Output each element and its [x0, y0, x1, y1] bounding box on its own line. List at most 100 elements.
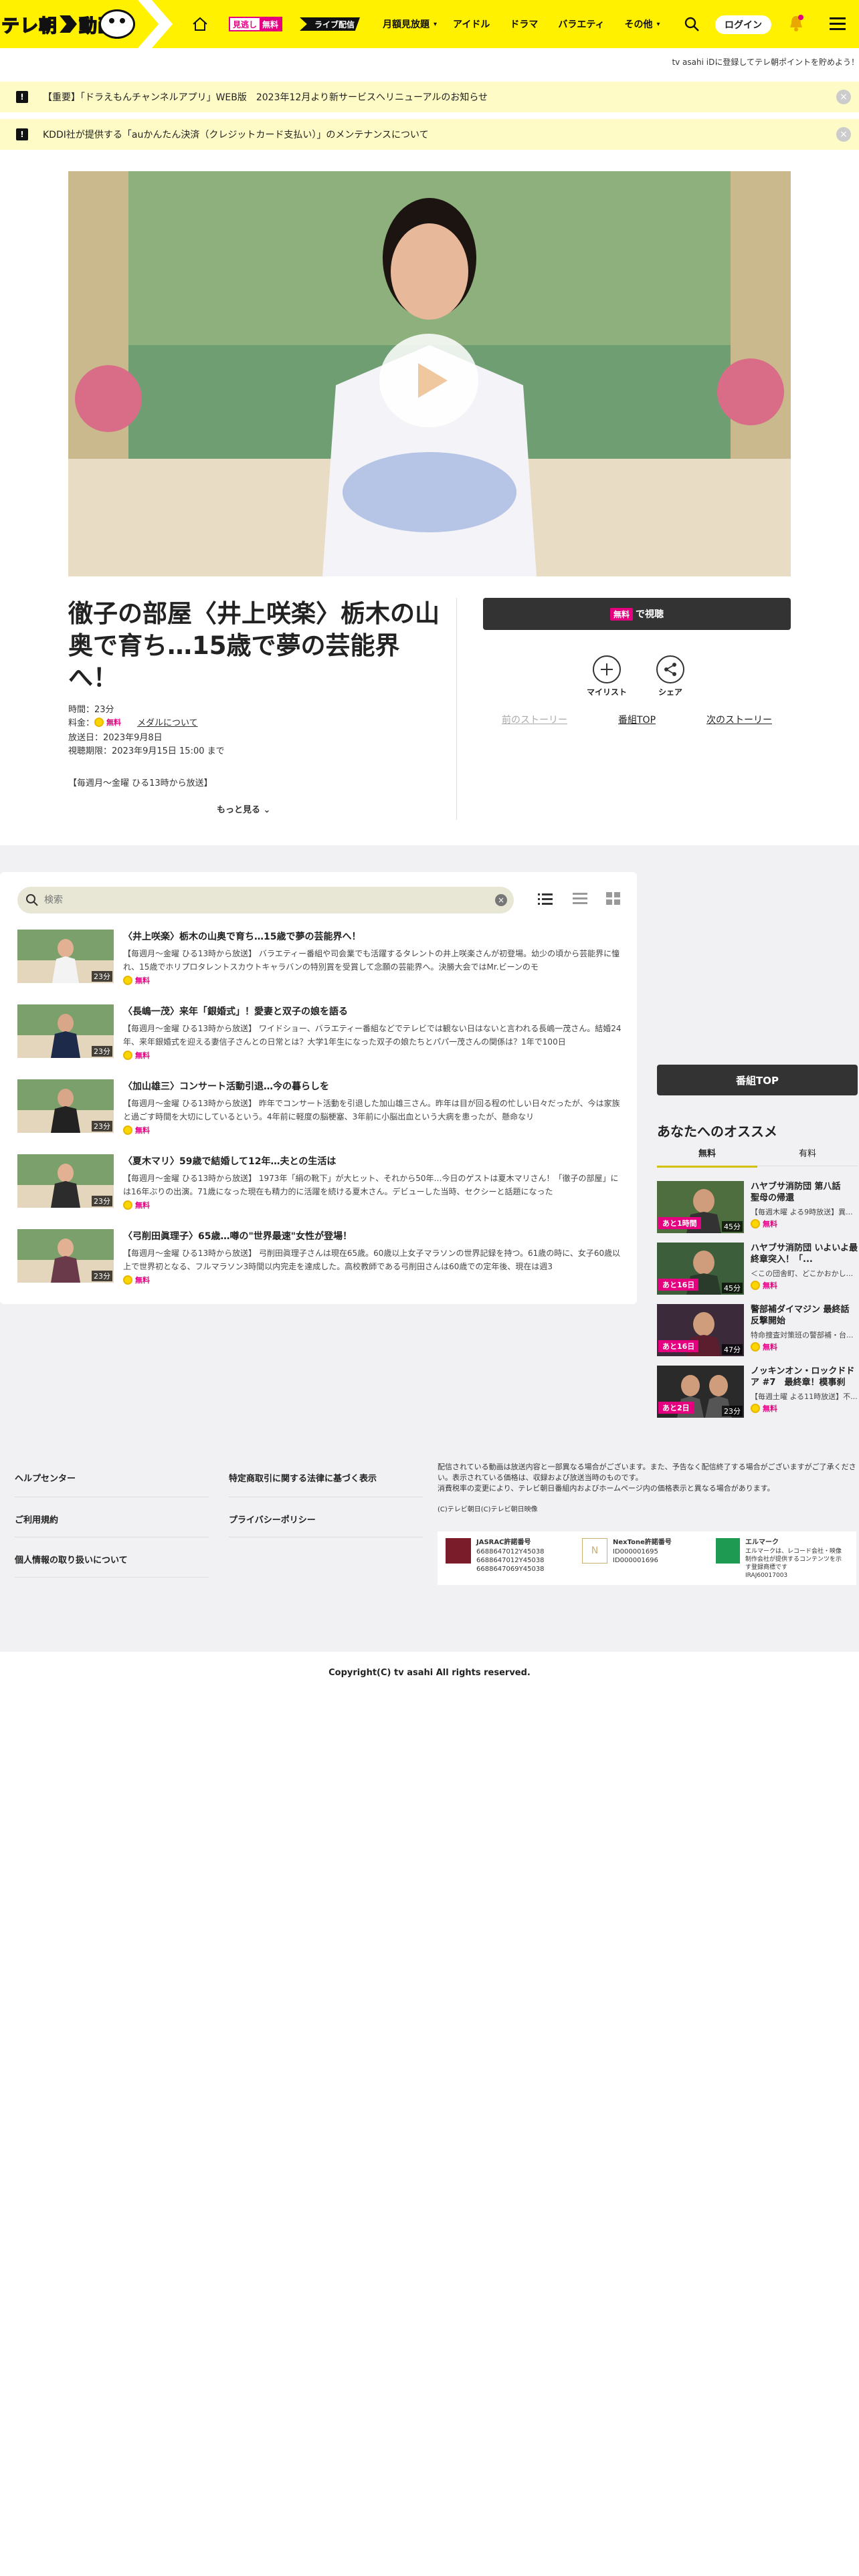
- logo-arrow-icon: [60, 15, 77, 33]
- prev-story-link[interactable]: 前のストーリー: [502, 713, 567, 726]
- nav-menu: 月額見放題 ▾ アイドル ドラマ バラエティ その他 ▾: [383, 0, 660, 48]
- mascot-icon: [99, 9, 135, 39]
- menu-icon[interactable]: [830, 17, 846, 31]
- episode-title: 徹子の部屋〈井上咲楽〉栃木の山奥で育ち…15歳で夢の芸能界へ！: [68, 599, 440, 692]
- search-icon: [26, 894, 38, 906]
- chevron-down-icon: ▾: [656, 20, 660, 28]
- free-label: 無料: [123, 1050, 150, 1061]
- login-button[interactable]: ログイン: [715, 15, 771, 34]
- episode-title: 〈井上咲楽〉栃木の山奥で育ち…15歳で夢の芸能界へ！: [123, 932, 361, 942]
- deadline: 視聴期限：2023年9月15日 15:00 まで: [68, 746, 225, 756]
- episode-thumbnail: 23分: [17, 930, 114, 983]
- nav-item-subscription[interactable]: 月額見放題: [383, 17, 430, 31]
- recommend-thumbnail: あと16日 47分: [657, 1304, 744, 1356]
- recommend-thumbnail: あと2日 23分: [657, 1366, 744, 1418]
- coin-icon: [123, 1275, 132, 1285]
- recommend-item[interactable]: あと2日23分 ノッキンオン・ロックドドア #7 最終章！模事刹殺... 【毎週…: [657, 1366, 858, 1418]
- recommend-item[interactable]: あと16日 47分 警部補ダイマジン 最終話 反撃開始 特命捜査対策班の警部補・台…: [657, 1304, 858, 1356]
- mylist-plus-icon[interactable]: [593, 655, 621, 683]
- free-label: 無料: [751, 1403, 777, 1414]
- recommend-item[interactable]: あと16日 45分 ハヤブサ消防団 いよいよ最終章突入！「... ＜この団舎町、ど…: [657, 1243, 858, 1295]
- episode-title: 〈夏木マリ〉59歳で結婚して12年…夫との生活は: [123, 1156, 337, 1167]
- free-label: 無料: [751, 1280, 777, 1291]
- nav-item-variety[interactable]: バラエティ: [558, 17, 604, 31]
- episode-desc: 【毎週月〜金曜 ひる13時から放送】 昨年でコンサート活動を引退した加山雄三さん…: [123, 1099, 620, 1121]
- grid-view-icon[interactable]: [606, 892, 621, 905]
- free-label: 無料: [123, 1200, 150, 1210]
- free-label: 無料: [751, 1218, 777, 1229]
- jasrac-logo: [446, 1538, 471, 1564]
- list-item[interactable]: 23分 〈夏木マリ〉59歳で結婚して12年…夫との生活は 【毎週月〜金曜 ひる1…: [17, 1154, 630, 1210]
- list-item[interactable]: 23分 〈井上咲楽〉栃木の山奥で育ち…15歳で夢の芸能界へ！ 【毎週月〜金曜 ひ…: [17, 930, 630, 985]
- recommend-thumbnail: あと16日 45分: [657, 1243, 744, 1295]
- live-badge[interactable]: ライブ配信: [300, 17, 361, 31]
- share-icon[interactable]: [656, 655, 684, 683]
- coin-icon: [123, 976, 132, 985]
- chevron-down-icon: ⌄: [263, 805, 271, 815]
- medal-link[interactable]: メダルについて: [137, 716, 198, 728]
- site-header: テレ朝 動画 見逃し 無料 ライブ配信 月額見放題 ▾ アイドル ドラマ バラエティ…: [0, 0, 859, 48]
- notice-bar[interactable]: ! KDDI社が提供する「auかんたん決済（クレジットカード支払い）」のメンテナ…: [0, 119, 859, 150]
- coin-icon: [751, 1404, 760, 1413]
- free-label: 無料: [123, 1275, 150, 1285]
- notice-text: 【重要】「ドラえもんチャンネルアプリ」WEB版 2023年12月より新サービスへ…: [43, 92, 488, 103]
- close-icon[interactable]: ×: [836, 90, 851, 104]
- episode-thumbnail: 23分: [17, 1079, 114, 1133]
- episode-title: 〈長嶋一茂〉来年「銀婚式」！愛妻と双子の娘を語る: [123, 1006, 348, 1017]
- recommend-title: ハヤブサ消防団 第八話 聖母の帰還: [751, 1182, 850, 1203]
- recommend-desc: 特命捜査対策班の警部補・台...: [751, 1331, 854, 1339]
- list-item[interactable]: 23分 〈弓削田眞理子〉65歳…噂の"世界最速"女性が登場！ 【毎週月〜金曜 ひ…: [17, 1229, 630, 1285]
- footer-link-help[interactable]: ヘルプセンター: [15, 1471, 76, 1484]
- episode-desc: 【毎週月〜金曜 ひる13時から放送】 弓削田眞理子さんは現在65歳。60歳以上女…: [123, 1249, 621, 1271]
- recommend-desc: ＜この団舎町、どこかおかし...: [751, 1269, 854, 1278]
- list-item[interactable]: 23分 〈長嶋一茂〉来年「銀婚式」！愛妻と双子の娘を語る 【毎週月〜金曜 ひる1…: [17, 1004, 630, 1061]
- point-promo-link[interactable]: tv asahi iDに登録してテレ朝ポイントを貯めよう！: [672, 56, 859, 68]
- footer-link-privacy-handling[interactable]: 個人情報の取り扱いについて: [15, 1553, 128, 1566]
- recommend-thumbnail: あと1時間 45分: [657, 1181, 744, 1233]
- search-icon[interactable]: [684, 16, 700, 32]
- next-story-link[interactable]: 次のストーリー: [706, 713, 772, 726]
- recommend-desc: 【毎週土曜 よる11時放送】不...: [751, 1392, 858, 1401]
- nav-item-idol[interactable]: アイドル: [453, 17, 490, 31]
- alert-icon: !: [16, 128, 28, 140]
- episode-search[interactable]: ×: [17, 887, 514, 914]
- recommend-title: ハヤブサ消防団 いよいよ最終章突入！「...: [751, 1243, 858, 1265]
- program-top-link[interactable]: 番組TOP: [618, 713, 656, 726]
- copyright: Copyright(C) tv asahi All rights reserve…: [328, 1668, 531, 1678]
- watch-free-button[interactable]: 無料 で視聴: [483, 598, 791, 630]
- footer-link-commerce[interactable]: 特定商取引に関する法律に基づく表示: [229, 1471, 377, 1484]
- nav-item-drama[interactable]: ドラマ: [510, 17, 538, 31]
- tab-paid[interactable]: 有料: [757, 1146, 858, 1166]
- close-icon[interactable]: ×: [836, 127, 851, 142]
- episode-desc: 【毎週月〜金曜 ひる13時から放送】 ワイドショー、バラエティー番組などでテレビ…: [123, 1024, 622, 1047]
- footer-link-privacy-policy[interactable]: プライバシーポリシー: [229, 1513, 316, 1525]
- search-input[interactable]: [44, 892, 446, 908]
- play-button[interactable]: [379, 334, 478, 427]
- episode-title: 〈弓削田眞理子〉65歳…噂の"世界最速"女性が登場！: [123, 1231, 353, 1242]
- notice-bar[interactable]: ! 【重要】「ドラえもんチャンネルアプリ」WEB版 2023年12月より新サービ…: [0, 82, 859, 112]
- notice-text: KDDI社が提供する「auかんたん決済（クレジットカード支払い）」のメンテナンス…: [43, 130, 429, 140]
- home-icon[interactable]: [192, 17, 208, 31]
- program-top-button[interactable]: 番組TOP: [657, 1065, 858, 1095]
- list-item[interactable]: 23分 〈加山雄三〉コンサート活動引退…今の暮らしを 【毎週月〜金曜 ひる13時…: [17, 1079, 630, 1135]
- footer-link-terms[interactable]: ご利用規約: [15, 1513, 58, 1525]
- air-date: 放送日：2023年9月8日: [68, 733, 163, 743]
- clear-icon[interactable]: ×: [495, 894, 507, 906]
- episode-desc: 【毎週月〜金曜 ひる13時から放送】 1973年「絹の靴下」が大ヒット、それから…: [123, 1174, 619, 1196]
- recommend-desc: 【毎週木曜 よる9時放送】異...: [751, 1208, 853, 1216]
- free-label: 無料: [751, 1341, 777, 1352]
- episode-title: 〈加山雄三〉コンサート活動引退…今の暮らしを: [123, 1081, 329, 1092]
- nav-item-other[interactable]: その他: [625, 17, 653, 31]
- coin-icon: [94, 717, 104, 727]
- list-view-icon[interactable]: [538, 892, 553, 905]
- missed-free-badge[interactable]: 見逃し 無料: [229, 17, 283, 31]
- detail-view-icon[interactable]: [573, 892, 587, 905]
- coin-icon: [751, 1219, 760, 1228]
- tab-free[interactable]: 無料: [657, 1146, 757, 1168]
- bell-icon[interactable]: [789, 15, 803, 32]
- coin-icon: [123, 1200, 132, 1210]
- broadcast-slot: 【毎週月〜金曜 ひる13時から放送】: [68, 778, 213, 788]
- recommend-item[interactable]: あと1時間 45分 ハヤブサ消防団 第八話 聖母の帰還 【毎週木曜 よる9時放送】…: [657, 1181, 858, 1233]
- episode-thumbnail: 23分: [17, 1004, 114, 1058]
- more-button[interactable]: もっと見る ⌄: [217, 802, 270, 815]
